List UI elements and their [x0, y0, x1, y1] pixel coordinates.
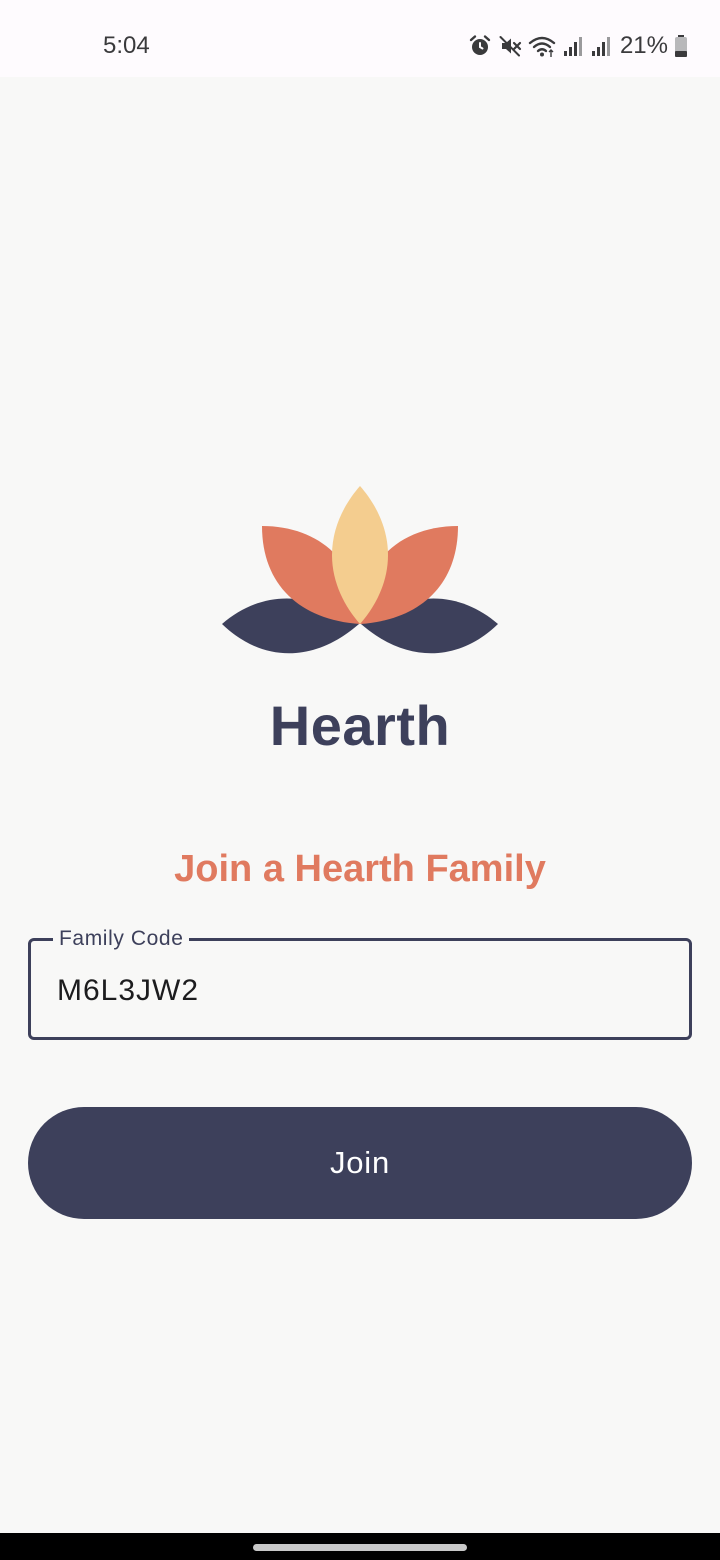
signal-icon: [563, 37, 582, 56]
status-time: 5:04: [103, 32, 150, 59]
family-code-input[interactable]: [57, 973, 657, 1009]
status-icons: 21%: [468, 32, 688, 60]
navigation-bar: [0, 1533, 720, 1560]
signal-icon: [591, 37, 610, 56]
page-title: Join a Hearth Family: [174, 848, 546, 890]
brand-name: Hearth: [269, 694, 451, 757]
join-button[interactable]: Join: [28, 1107, 692, 1219]
home-handle[interactable]: [253, 1544, 467, 1551]
family-code-field[interactable]: Family Code: [28, 927, 692, 1040]
battery-icon: [675, 35, 687, 57]
lotus-icon: [222, 486, 498, 654]
mute-icon: [499, 36, 522, 57]
alarm-icon: [469, 35, 491, 55]
family-code-label: Family Code: [53, 927, 190, 951]
status-bar: 5:04 21%: [0, 0, 720, 77]
battery-percent: 21%: [619, 32, 668, 59]
wifi-icon: [528, 36, 556, 57]
